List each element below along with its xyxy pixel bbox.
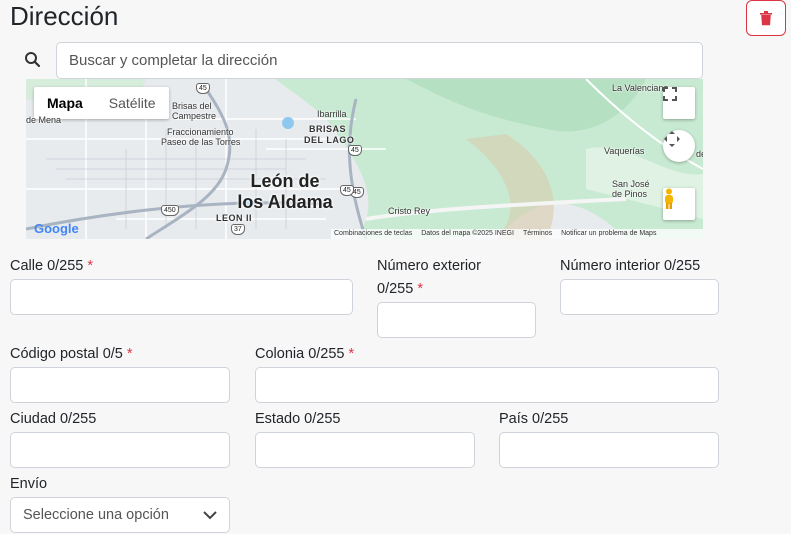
keyboard-shortcuts-link[interactable]: Combinaciones de teclas: [334, 229, 412, 239]
road-shield: 45: [340, 185, 354, 196]
pais-input[interactable]: [499, 432, 719, 468]
chevron-down-icon: [203, 510, 217, 519]
pais-label: País 0/255: [499, 411, 569, 427]
codigo-postal-input[interactable]: [10, 367, 230, 403]
numero-exterior-counter: 0/255: [377, 281, 414, 297]
place-label: Fraccionamiento: [167, 127, 234, 137]
map-type-tab-satelite[interactable]: Satélite: [96, 87, 169, 119]
required-mark: *: [126, 346, 133, 362]
delete-address-button[interactable]: [746, 0, 786, 36]
place-label: Cristo Rey: [388, 206, 431, 216]
ciudad-label: Ciudad 0/255: [10, 411, 97, 427]
road-shield: 450: [161, 205, 179, 216]
numero-exterior-input[interactable]: [377, 302, 536, 338]
map-pan-control[interactable]: [663, 130, 695, 162]
envio-label: Envío: [10, 476, 48, 492]
trash-icon: [760, 11, 772, 26]
envio-select-value: Seleccione una opción: [23, 507, 169, 523]
place-label: San José: [612, 179, 650, 189]
required-mark: *: [87, 258, 94, 274]
fullscreen-icon: [663, 87, 677, 101]
envio-select[interactable]: Seleccione una opción: [10, 497, 230, 533]
place-label: LEON II: [216, 213, 253, 223]
report-problem-link[interactable]: Notificar un problema de Maps: [561, 229, 656, 239]
estado-input[interactable]: [255, 432, 475, 468]
colonia-label-text: Colonia 0/255: [255, 346, 345, 362]
search-icon: [25, 52, 41, 68]
place-label: de Pinos: [612, 189, 648, 199]
place-label: La Valenciana: [612, 83, 669, 93]
map-widget[interactable]: Mapa Satélite La Valenciana Ibarrilla Br…: [26, 79, 703, 239]
numero-interior-input[interactable]: [560, 279, 719, 315]
required-mark: *: [348, 346, 355, 362]
place-label: de: [696, 149, 703, 159]
terms-link[interactable]: Términos: [523, 229, 552, 239]
fullscreen-button[interactable]: [663, 87, 695, 119]
colonia-input[interactable]: [255, 367, 719, 403]
ciudad-input[interactable]: [10, 432, 230, 468]
codigo-postal-label: Código postal 0/5 *: [10, 343, 133, 366]
google-logo-text: Google: [34, 221, 79, 236]
map-data-credit: Datos del mapa ©2025 INEGI: [421, 230, 514, 237]
codigo-postal-label-text: Código postal 0/5: [10, 346, 123, 362]
estado-label: Estado 0/255: [255, 411, 341, 427]
pegman-icon: [665, 188, 673, 209]
calle-input[interactable]: [10, 279, 353, 315]
calle-label: Calle 0/255 *: [10, 255, 93, 278]
section-title: Dirección: [10, 1, 119, 31]
required-mark: *: [417, 281, 423, 297]
city-label-line: León de: [250, 171, 320, 191]
calle-label-text: Calle 0/255: [10, 258, 84, 274]
numero-interior-label: Número interior 0/255: [560, 258, 701, 274]
place-label: de Mena: [26, 115, 62, 125]
numero-exterior-label: Número exterior 0/255 *: [377, 255, 481, 301]
city-label: León de los Aldama: [232, 171, 338, 213]
numero-exterior-label-text: Número exterior: [377, 258, 481, 274]
place-label: BRISAS: [309, 124, 347, 134]
move-arrows-icon: [664, 131, 680, 147]
place-label: Ibarrilla: [317, 109, 347, 119]
place-label: Vaquerías: [604, 146, 645, 156]
address-search-input[interactable]: [56, 42, 703, 79]
road-shield: 45: [348, 145, 362, 156]
place-label: Brisas del Campestre: [172, 101, 217, 121]
google-logo: Google: [34, 221, 79, 236]
road-shield: 37: [231, 224, 245, 235]
place-label: Paseo de las Torres: [161, 137, 241, 147]
map-footer: Combinaciones de teclas Datos del mapa ©…: [331, 229, 703, 239]
city-label-line: los Aldama: [237, 192, 333, 212]
road-shield: 45: [196, 83, 210, 94]
place-label: DEL LAGO: [304, 135, 355, 145]
street-view-pegman[interactable]: [663, 188, 695, 220]
colonia-label: Colonia 0/255 *: [255, 343, 354, 366]
